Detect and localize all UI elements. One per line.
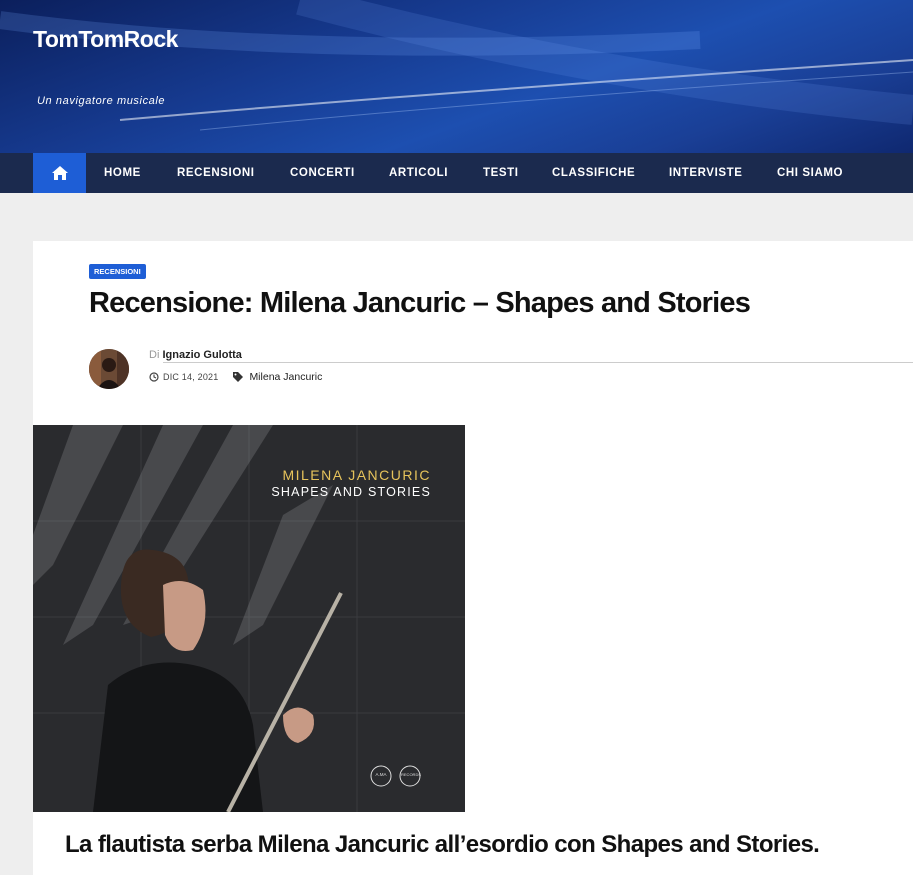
category-badge[interactable]: RECENSIONI bbox=[89, 264, 146, 279]
byline: Di Ignazio Gulotta bbox=[149, 349, 242, 361]
site-tagline: Un navigatore musicale bbox=[37, 95, 166, 107]
avatar-image bbox=[89, 349, 129, 389]
cover-label-logo-1: A.MA bbox=[375, 772, 387, 777]
header-background bbox=[0, 0, 913, 131]
nav-item-articoli[interactable]: ARTICOLI bbox=[389, 153, 448, 193]
byline-divider bbox=[163, 362, 913, 363]
cover-album-text: SHAPES AND STORIES bbox=[271, 485, 431, 499]
home-icon bbox=[51, 166, 68, 180]
nav-item-home[interactable]: HOME bbox=[104, 153, 141, 193]
post-title: Recensione: Milena Jancuric – Shapes and… bbox=[89, 287, 751, 319]
main-nav: HOME RECENSIONI CONCERTI ARTICOLI TESTI … bbox=[0, 153, 913, 193]
cover-label-logo-2: RECORDS bbox=[401, 772, 422, 777]
nav-item-classifiche[interactable]: CLASSIFICHE bbox=[552, 153, 635, 193]
site-header: TomTomRock Un navigatore musicale bbox=[0, 0, 913, 153]
post-lead-heading: La flautista serba Milena Jancuric all’e… bbox=[65, 831, 820, 858]
cover-photo bbox=[33, 425, 465, 812]
clock-icon bbox=[149, 372, 159, 382]
post-date[interactable]: DIC 14, 2021 bbox=[163, 372, 218, 382]
author-link[interactable]: Ignazio Gulotta bbox=[162, 349, 241, 361]
nav-item-testi[interactable]: TESTI bbox=[483, 153, 519, 193]
nav-home-button[interactable] bbox=[33, 153, 86, 193]
nav-item-concerti[interactable]: CONCERTI bbox=[290, 153, 355, 193]
nav-item-interviste[interactable]: INTERVISTE bbox=[669, 153, 743, 193]
cover-artist-text: MILENA JANCURIC bbox=[282, 467, 431, 483]
post-meta: DIC 14, 2021 Milena Jancuric bbox=[149, 371, 322, 383]
tag-icon bbox=[233, 372, 244, 382]
author-avatar[interactable] bbox=[89, 349, 129, 389]
post-card: RECENSIONI Recensione: Milena Jancuric –… bbox=[33, 241, 913, 875]
album-cover-image: MILENA JANCURIC SHAPES AND STORIES A.MA … bbox=[33, 425, 465, 812]
nav-item-recensioni[interactable]: RECENSIONI bbox=[177, 153, 255, 193]
byline-prefix: Di bbox=[149, 349, 160, 361]
nav-item-chi-siamo[interactable]: CHI SIAMO bbox=[777, 153, 843, 193]
site-title[interactable]: TomTomRock bbox=[33, 26, 178, 53]
post-tag-link[interactable]: Milena Jancuric bbox=[249, 371, 322, 383]
